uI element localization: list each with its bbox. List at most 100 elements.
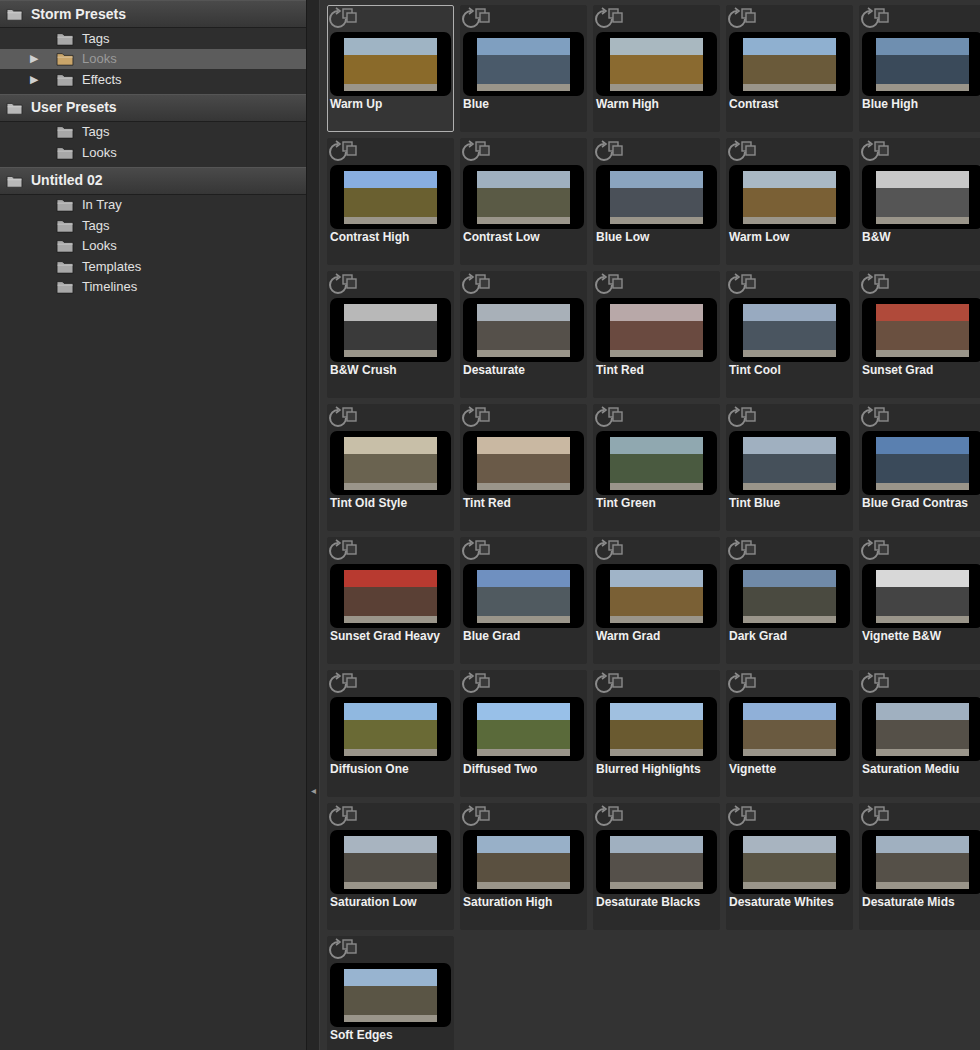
thumbnail-sky [876,437,969,454]
tile-header [328,6,453,32]
sidebar-item[interactable]: Timelines [0,277,306,298]
sidebar-item[interactable]: Looks [0,236,306,257]
thumbnail-frame [862,165,980,229]
thumbnail-frame [596,431,717,495]
preset-tile[interactable]: Contrast Low [460,138,587,265]
preset-type-icon [595,804,625,830]
preset-type-icon [861,139,891,165]
preset-tile[interactable]: B&W [859,138,980,265]
preset-tile[interactable]: Vignette [726,670,853,797]
preset-tile[interactable]: Warm High [593,5,720,132]
preset-label: Blue Grad [461,628,586,644]
tile-header [461,139,586,165]
preset-tile[interactable]: Vignette B&W [859,537,980,664]
preset-tile[interactable]: Diffusion One [327,670,454,797]
thumbnail [876,38,969,91]
preset-tile[interactable]: Sunset Grad [859,271,980,398]
expand-arrow[interactable]: ▶ [30,53,56,64]
preset-tile[interactable]: Tint Red [460,404,587,531]
item-label: Tags [82,122,109,142]
preset-label: Warm High [594,96,719,112]
sidebar-item[interactable]: Tags [0,122,306,143]
thumbnail-frame [862,431,980,495]
thumbnail-sky [477,171,570,188]
preset-tile[interactable]: Blue Low [593,138,720,265]
item-label: Templates [82,257,141,277]
item-label: Tags [82,216,109,236]
folder-icon [56,197,74,212]
splitter[interactable]: ◂ [306,0,320,1050]
preset-tile[interactable]: Blurred Highlights [593,670,720,797]
preset-tile[interactable]: Sunset Grad Heavy [327,537,454,664]
preset-tile[interactable]: Desaturate Blacks [593,803,720,930]
tile-header [727,139,852,165]
preset-tile[interactable]: Tint Green [593,404,720,531]
thumbnail [344,703,437,756]
section-title: User Presets [31,97,117,118]
preset-tile[interactable]: Contrast High [327,138,454,265]
preset-type-icon [462,538,492,564]
thumbnail-frame [463,431,584,495]
preset-tile[interactable]: Saturation High [460,803,587,930]
preset-tile[interactable]: Dark Grad [726,537,853,664]
thumbnail-frame [463,697,584,761]
preset-tile[interactable]: Warm Low [726,138,853,265]
preset-label: Blue Low [594,229,719,245]
preset-tile[interactable]: Blue High [859,5,980,132]
preset-type-icon [462,6,492,32]
preset-label: Diffused Two [461,761,586,777]
folder-icon [56,259,74,274]
preset-tile[interactable]: Saturation Mediu [859,670,980,797]
preset-tile[interactable]: Diffused Two [460,670,587,797]
preset-tile[interactable]: Tint Blue [726,404,853,531]
sidebar-item[interactable]: Looks [0,142,306,163]
thumbnail-frame [463,32,584,96]
item-label: Timelines [82,277,137,297]
preset-tile[interactable]: Desaturate Whites [726,803,853,930]
sidebar-item[interactable]: In Tray [0,195,306,216]
section-header[interactable]: Storm Presets [0,0,306,28]
sidebar-item[interactable]: Templates [0,256,306,277]
preset-tile[interactable]: Tint Cool [726,271,853,398]
preset-tile[interactable]: B&W Crush [327,271,454,398]
sidebar-item[interactable]: ▶Effects [0,69,306,90]
section-title: Untitled 02 [31,170,103,191]
thumbnail [344,437,437,490]
preset-label: Tint Old Style [328,495,453,511]
expand-arrow[interactable]: ▶ [30,74,56,85]
thumbnail-sky [876,304,969,321]
tile-header [727,671,852,697]
preset-tile[interactable]: Warm Up [327,5,454,132]
tile-header [860,139,980,165]
tile-header [594,139,719,165]
preset-type-icon [462,804,492,830]
thumbnail [477,437,570,490]
preset-tile[interactable]: Contrast [726,5,853,132]
sidebar-item[interactable]: ▶Looks [0,49,306,70]
thumbnail-sky [610,437,703,454]
preset-type-icon [329,272,359,298]
section-header[interactable]: Untitled 02 [0,167,306,195]
sidebar-item[interactable]: Tags [0,215,306,236]
thumbnail-frame [330,32,451,96]
preset-tile[interactable]: Saturation Low [327,803,454,930]
thumbnail-frame [463,165,584,229]
preset-tile[interactable]: Desaturate [460,271,587,398]
preset-tile[interactable]: Warm Grad [593,537,720,664]
section-header[interactable]: User Presets [0,94,306,122]
thumbnail [743,703,836,756]
preset-tile[interactable]: Blue Grad [460,537,587,664]
preset-tile[interactable]: Desaturate Mids [859,803,980,930]
thumbnail-sky [610,703,703,720]
preset-browser: Warm UpBlue Warm High ContrastBlue High Con… [320,0,980,1050]
tile-header [328,671,453,697]
preset-tile[interactable]: Tint Old Style [327,404,454,531]
collapse-arrow[interactable]: ◂ [311,786,316,796]
preset-tile[interactable]: Blue [460,5,587,132]
sidebar-item[interactable]: Tags [0,28,306,49]
preset-tile[interactable]: Soft Edges [327,936,454,1050]
preset-tile[interactable]: Blue Grad Contras [859,404,980,531]
preset-type-icon [595,671,625,697]
preset-tile[interactable]: Tint Red [593,271,720,398]
thumbnail [344,570,437,623]
